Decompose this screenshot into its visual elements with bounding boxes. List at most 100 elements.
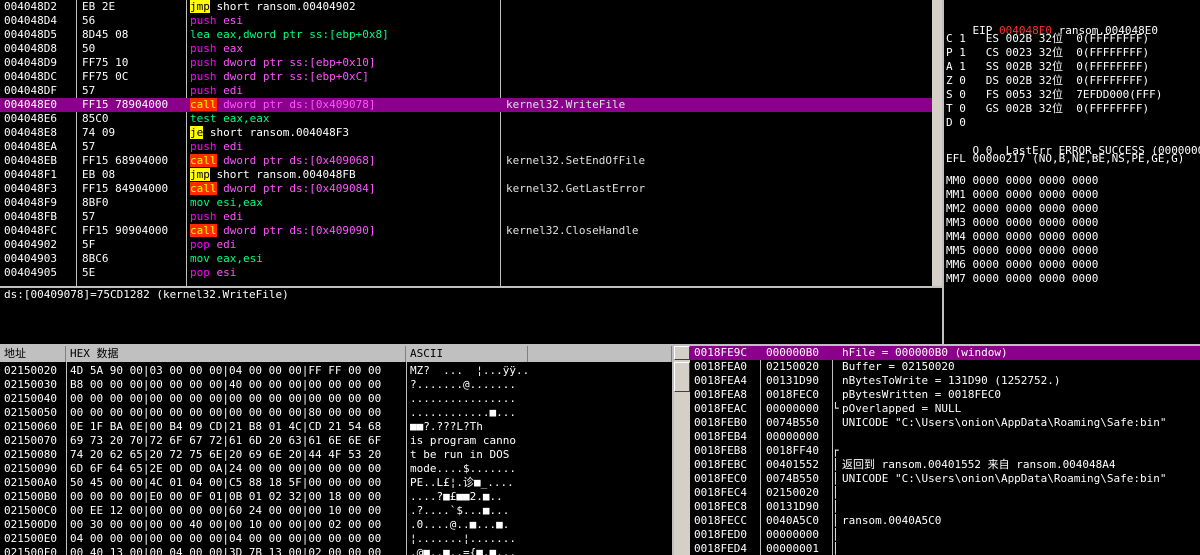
disasm-row[interactable]: 004048D5 8D45 08 lea eax,dword ptr ss:[ebp…	[0, 28, 932, 42]
dump-header-ascii[interactable]: ASCII	[406, 346, 528, 362]
disasm-address: 00404902	[4, 238, 57, 251]
stack-row[interactable]: 0018FEB4 00000000	[690, 430, 1200, 444]
mmx-register[interactable]: MM4 0000 0000 0000 0000	[946, 230, 1200, 244]
stack-row[interactable]: 0018FEAC 00000000 └ pOverlapped = NULL	[690, 402, 1200, 416]
stack-row[interactable]: 0018FEA0 02150020 Buffer = 02150020	[690, 360, 1200, 374]
dump-row[interactable]: 02150050 00 00 00 00|00 00 00 00|00 00 00…	[0, 406, 672, 420]
stack-comment: hFile = 000000B0 (window)	[842, 346, 1008, 359]
stack-row[interactable]: 0018FEA8 0018FEC0 pBytesWritten = 0018FEC0	[690, 388, 1200, 402]
disassembly-pane[interactable]: 004048D2 EB 2E jmp short ransom.00404902 00…	[0, 0, 932, 286]
stack-row[interactable]: 0018FEB0 0074B550 UNICODE "C:\Users\onion\…	[690, 416, 1200, 430]
disasm-instruction: call dword ptr ds:[0x409068]	[190, 154, 500, 168]
stack-row[interactable]: 0018FE9C 000000B0 hFile = 000000B0 (window…	[690, 346, 1200, 360]
stack-row[interactable]: 0018FEBC 00401552 │ 返回到 ransom.00401552 来自 …	[690, 458, 1200, 472]
disasm-row[interactable]: 004048DC FF75 0C push dword ptr ss:[ebp+0x…	[0, 70, 932, 84]
registers-pane[interactable]: EIP 004048E0 ransom.004048E0 C 1 ES 002B…	[944, 0, 1200, 344]
disasm-row[interactable]: 004048F9 8BF0 mov esi,eax	[0, 196, 932, 210]
stack-bracket: └	[832, 402, 839, 415]
disasm-address: 004048FB	[4, 210, 57, 223]
scroll-thumb[interactable]	[674, 362, 690, 392]
dump-row[interactable]: 021500D0 00 30 00 00|00 00 40 00|00 10 00…	[0, 518, 672, 532]
disasm-row[interactable]: 004048F1 EB 08 jmp short ransom.004048FB	[0, 168, 932, 182]
dump-row[interactable]: 02150060 0E 1F BA 0E|00 B4 09 CD|21 B8 01…	[0, 420, 672, 434]
dump-row[interactable]: 02150020 4D 5A 90 00|03 00 00 00|04 00 00…	[0, 364, 672, 378]
mmx-register[interactable]: MM1 0000 0000 0000 0000	[946, 188, 1200, 202]
info-pane: ds:[00409078]=75CD1282 (kernel32.WriteFi…	[0, 288, 942, 344]
dump-row[interactable]: 02150090 6D 6F 64 65|2E 0D 0D 0A|24 00 00…	[0, 462, 672, 476]
disasm-row[interactable]: 004048D4 56 push esi	[0, 14, 932, 28]
disasm-instruction: jmp short ransom.004048FB	[190, 168, 500, 182]
disasm-mnemonic: call	[190, 182, 217, 195]
segment-row[interactable]: T 0 GS 002B 32位 0(FFFFFFFF)	[946, 102, 1200, 116]
stack-row[interactable]: 0018FEC4 02150020 │	[690, 486, 1200, 500]
segment-row[interactable]: A 1 SS 002B 32位 0(FFFFFFFF)	[946, 60, 1200, 74]
dump-header-hex[interactable]: HEX 数据	[66, 346, 406, 362]
disasm-row[interactable]: 004048FB 57 push edi	[0, 210, 932, 224]
dump-row[interactable]: 021500C0 00 EE 12 00|00 00 00 00|60 24 00…	[0, 504, 672, 518]
efl-row[interactable]: EFL 00000217 (NO,B,NE,BE,NS,PE,GE,G)	[946, 152, 1200, 166]
stack-row[interactable]: 0018FEC0 0074B550 │ UNICODE "C:\Users\onion…	[690, 472, 1200, 486]
disasm-row[interactable]: 004048E8 74 09 je short ransom.004048F3	[0, 126, 932, 140]
stack-row[interactable]: 0018FED4 00000001 │	[690, 542, 1200, 555]
disasm-operand: short ransom.004048F3	[209, 126, 349, 139]
dump-row[interactable]: 021500F0 00 40 13 00|00 04 00 00|3D 7B 13…	[0, 546, 672, 555]
disasm-instruction: push esi	[190, 14, 500, 28]
disasm-row[interactable]: 00404902 5F pop edi	[0, 238, 932, 252]
dump-row[interactable]: 02150080 74 20 62 65|20 72 75 6E|20 69 6E…	[0, 448, 672, 462]
mmx-register[interactable]: MM5 0000 0000 0000 0000	[946, 244, 1200, 258]
scroll-up-button[interactable]	[674, 346, 690, 360]
flag-name: C 1	[946, 32, 966, 45]
disassembly-scrollbar[interactable]	[932, 0, 942, 286]
segment-row[interactable]: S 0 FS 0053 32位 7EFDD000(FFF)	[946, 88, 1200, 102]
disasm-operand: dword ptr ss:[ebp+0x10]	[223, 56, 376, 69]
disasm-row[interactable]: 004048E0 FF15 78904000 call dword ptr ds:[…	[0, 98, 932, 112]
d-flag[interactable]: D 0	[946, 116, 1200, 130]
disasm-operand: dword ptr ds:[0x409084]	[223, 182, 376, 195]
mmx-register[interactable]: MM6 0000 0000 0000 0000	[946, 258, 1200, 272]
disasm-comment	[506, 70, 926, 84]
dump-pane[interactable]: 地址 HEX 数据 ASCII 02150020 4D 5A 90 00|03 0…	[0, 346, 672, 555]
segment-row[interactable]: C 1 ES 002B 32位 0(FFFFFFFF)	[946, 32, 1200, 46]
disasm-row[interactable]: 004048D9 FF75 10 push dword ptr ss:[ebp+0x…	[0, 56, 932, 70]
disasm-operand: edi	[216, 238, 237, 251]
dump-row[interactable]: 02150040 00 00 00 00|00 00 00 00|00 00 00…	[0, 392, 672, 406]
disasm-row[interactable]: 00404905 5E pop esi	[0, 266, 932, 280]
dump-row[interactable]: 021500A0 50 45 00 00|4C 01 04 00|C5 88 18…	[0, 476, 672, 490]
disasm-row[interactable]: 004048D2 EB 2E jmp short ransom.00404902	[0, 0, 932, 14]
disasm-row[interactable]: 004048EB FF15 68904000 call dword ptr ds:[…	[0, 154, 932, 168]
disasm-row[interactable]: 004048E6 85C0 test eax,eax	[0, 112, 932, 126]
segment-row[interactable]: Z 0 DS 002B 32位 0(FFFFFFFF)	[946, 74, 1200, 88]
eip-row[interactable]: EIP 004048E0 ransom.004048E0	[946, 10, 1200, 37]
dump-hex: 74 20 62 65|20 72 75 6E|20 69 6E 20|44 4…	[70, 448, 382, 461]
disasm-row[interactable]: 004048DF 57 push edi	[0, 84, 932, 98]
disasm-address: 004048DF	[4, 84, 57, 97]
stack-row[interactable]: 0018FEA4 00131D90 nBytesToWrite = 131D90 (…	[690, 374, 1200, 388]
mmx-register[interactable]: MM0 0000 0000 0000 0000	[946, 174, 1200, 188]
disasm-mnemonic: call	[190, 154, 217, 167]
stack-scrollbar[interactable]	[674, 346, 690, 555]
stack-row[interactable]: 0018FEB8 0018FF40 ┌	[690, 444, 1200, 458]
disasm-row[interactable]: 004048EA 57 push edi	[0, 140, 932, 154]
disasm-mnemonic: je	[190, 126, 204, 139]
disasm-row[interactable]: 00404903 8BC6 mov eax,esi	[0, 252, 932, 266]
segment-row[interactable]: P 1 CS 0023 32位 0(FFFFFFFF)	[946, 46, 1200, 60]
stack-row[interactable]: 0018FEC8 00131D90 │	[690, 500, 1200, 514]
dump-row[interactable]: 021500E0 04 00 00 00|00 00 00 00|04 00 00…	[0, 532, 672, 546]
disasm-row[interactable]: 004048D8 50 push eax	[0, 42, 932, 56]
disasm-instruction: je short ransom.004048F3	[190, 126, 500, 140]
dump-row[interactable]: 021500B0 00 00 00 00|E0 00 0F 01|0B 01 02…	[0, 490, 672, 504]
dump-row[interactable]: 02150030 B8 00 00 00|00 00 00 00|40 00 00…	[0, 378, 672, 392]
dump-ascii: .?....`$...■...	[410, 504, 510, 517]
stack-row[interactable]: 0018FECC 0040A5C0 │ ransom.0040A5C0	[690, 514, 1200, 528]
dump-header-address[interactable]: 地址	[0, 346, 66, 362]
mmx-register[interactable]: MM7 0000 0000 0000 0000	[946, 272, 1200, 286]
mmx-register[interactable]: MM2 0000 0000 0000 0000	[946, 202, 1200, 216]
disasm-address: 004048E8	[4, 126, 57, 139]
disasm-row[interactable]: 004048FC FF15 90904000 call dword ptr ds:[…	[0, 224, 932, 238]
dump-row[interactable]: 02150070 69 73 20 70|72 6F 67 72|61 6D 20…	[0, 434, 672, 448]
mmx-register[interactable]: MM3 0000 0000 0000 0000	[946, 216, 1200, 230]
disasm-row[interactable]: 004048F3 FF15 84904000 call dword ptr ds:[…	[0, 182, 932, 196]
stack-pane[interactable]: 0018FE9C 000000B0 hFile = 000000B0 (window…	[690, 346, 1200, 555]
stack-row[interactable]: 0018FED0 00000000 │	[690, 528, 1200, 542]
disasm-bytes: 8D45 08	[82, 28, 129, 41]
